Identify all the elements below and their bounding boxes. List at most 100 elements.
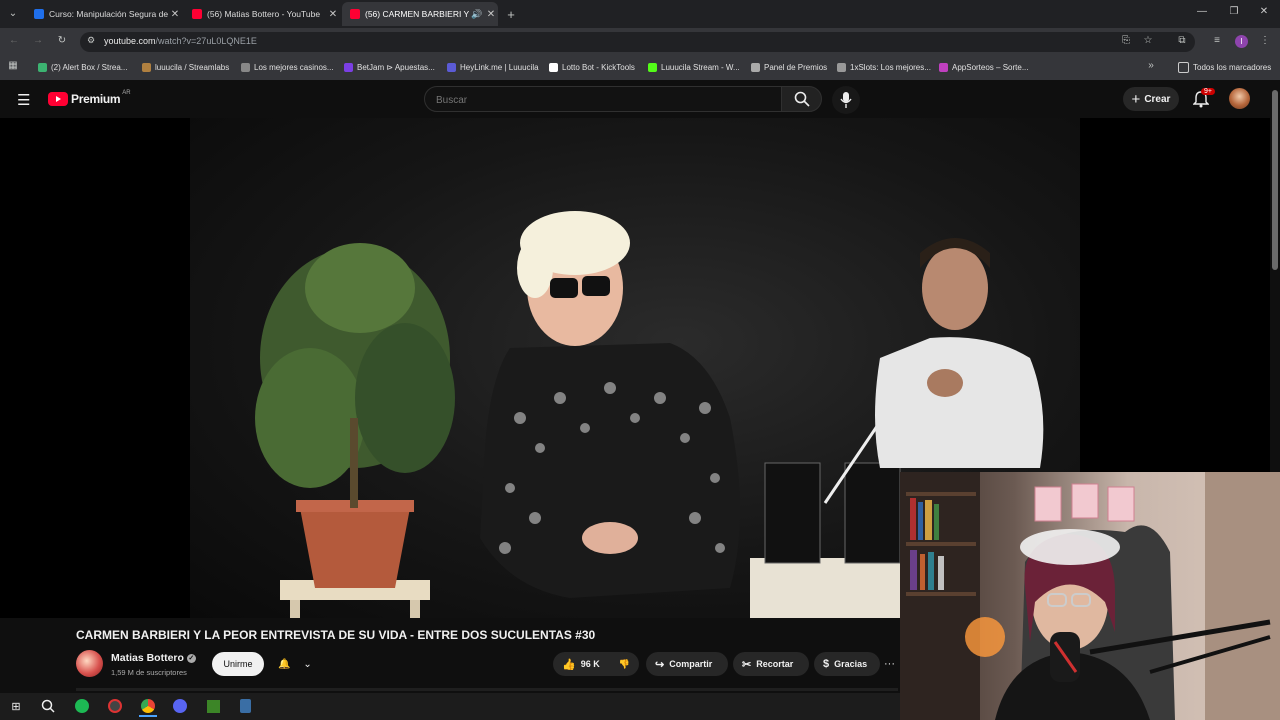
bookmark-item[interactable]: HeyLink.me | Luuucila [447, 61, 539, 73]
profile-avatar[interactable]: I [1235, 35, 1248, 48]
super-thanks-icon: $ [823, 658, 830, 670]
bookmark-favicon-icon [142, 62, 151, 72]
thumbs-down-icon[interactable]: 👎 [619, 659, 630, 670]
all-bookmarks[interactable]: Todos los marcadores [1178, 61, 1271, 73]
scrollbar-thumb[interactable] [1272, 90, 1278, 270]
scissors-icon: ✂ [742, 658, 752, 671]
minecraft-icon[interactable] [204, 697, 222, 715]
calculator-icon[interactable] [236, 697, 254, 715]
clip-button[interactable]: ✂ Recortar [733, 652, 809, 676]
bookmark-favicon-icon [549, 62, 558, 72]
webcam-overlay [900, 472, 1280, 720]
webcam-scene [900, 472, 1280, 720]
voice-search-button[interactable] [832, 86, 860, 114]
share-label: Compartir [669, 659, 713, 669]
close-window-icon[interactable]: ✕ [1256, 6, 1272, 17]
bookmark-star-icon[interactable]: ☆ [1141, 35, 1155, 46]
app-icon[interactable] [106, 697, 124, 715]
browser-tab-3[interactable]: (56) CARMEN BARBIERI Y L 🔊 ✕ [342, 2, 498, 26]
notification-badge: 9+ [1201, 88, 1215, 95]
youtube-favicon-icon [192, 9, 202, 19]
extensions-icon[interactable]: ⧉ [1175, 35, 1189, 46]
more-actions-button[interactable]: ··· [884, 658, 895, 670]
country-code: AR [122, 90, 131, 96]
search-button[interactable] [781, 86, 822, 112]
browser-tab-2[interactable]: (56) Matias Bottero - YouTube ✕ [184, 2, 340, 26]
tab-title: Curso: Manipulación Segura de [49, 9, 168, 19]
bookmark-favicon-icon [837, 62, 846, 72]
subscription-bell-button[interactable]: 🔔 ⌄ [272, 652, 318, 676]
taskbar [0, 693, 900, 720]
thanks-label: Gracias [834, 659, 868, 669]
bookmark-item[interactable]: Panel de Premios [751, 61, 827, 73]
install-app-icon[interactable]: ⎘ [1119, 35, 1133, 46]
reading-list-icon[interactable]: ≡ [1210, 35, 1224, 46]
bookmark-favicon-icon [939, 62, 948, 72]
minimize-icon[interactable]: — [1194, 6, 1210, 17]
url-text[interactable]: youtube.com/watch?v=27uL0LQNE1E [104, 36, 257, 46]
course-favicon-icon [34, 9, 44, 19]
share-icon: ↪ [655, 658, 665, 671]
browser-tab-1[interactable]: Curso: Manipulación Segura de ✕ [26, 2, 182, 26]
apps-grid-icon[interactable]: ▦ [6, 60, 20, 71]
speaker-icon[interactable]: 🔊 [470, 9, 484, 20]
menu-dots-icon[interactable]: ⋮ [1258, 35, 1272, 46]
taskbar-search-icon[interactable] [39, 697, 57, 715]
join-button[interactable]: Unirme [212, 652, 264, 676]
like-count: 96 K [580, 659, 600, 669]
tab-search-icon[interactable]: ⌄ [6, 8, 20, 19]
close-icon[interactable]: ✕ [326, 9, 340, 20]
clip-label: Recortar [756, 659, 794, 669]
search-input[interactable] [434, 91, 768, 109]
share-button[interactable]: ↪ Compartir [646, 652, 728, 676]
bookmark-item[interactable]: Lotto Bot - KickTools [549, 61, 635, 73]
forward-icon[interactable]: → [31, 35, 45, 46]
create-button[interactable]: + Crear [1123, 87, 1179, 111]
channel-avatar[interactable] [76, 650, 103, 677]
plus-icon: + [1131, 90, 1141, 108]
hamburger-menu-icon[interactable]: ☰ [17, 91, 30, 109]
bookmark-favicon-icon [38, 62, 47, 72]
spotify-icon[interactable] [73, 697, 91, 715]
bookmark-item[interactable]: (2) Alert Box / Strea... [38, 61, 127, 73]
back-icon[interactable]: ← [7, 35, 21, 46]
bookmark-favicon-icon [344, 62, 353, 72]
youtube-premium-logo[interactable]: Premium AR [48, 90, 131, 106]
bell-icon: 🔔 [278, 658, 291, 670]
chrome-icon[interactable] [139, 697, 157, 717]
bookmark-item[interactable]: Luuucila Stream - W... [648, 61, 740, 73]
create-label: Crear [1144, 93, 1171, 105]
bookmark-item[interactable]: luuucila / Streamlabs [142, 61, 229, 73]
notifications-button[interactable]: 9+ [1192, 88, 1215, 113]
microphone-icon [840, 92, 852, 108]
bookmark-favicon-icon [648, 62, 657, 72]
thumbs-up-icon: 👍 [562, 658, 576, 671]
site-info-icon[interactable]: ⚙ [84, 35, 98, 46]
bookmark-item[interactable]: Los mejores casinos... [241, 61, 334, 73]
reload-icon[interactable]: ↻ [55, 35, 69, 46]
video-title: CARMEN BARBIERI Y LA PEOR ENTREVISTA DE … [76, 628, 596, 642]
windows-start-icon[interactable]: ⊞ [7, 697, 25, 715]
bookmark-favicon-icon [241, 62, 250, 72]
like-button[interactable]: 👍 96 K 👎 [553, 652, 639, 676]
account-avatar[interactable] [1229, 88, 1250, 109]
restore-icon[interactable]: ❐ [1226, 6, 1242, 17]
folder-icon [1178, 61, 1189, 73]
bookmark-item[interactable]: AppSorteos – Sorte... [939, 61, 1029, 73]
tab-title: (56) CARMEN BARBIERI Y L [365, 9, 470, 19]
verified-check-icon: ✓ [186, 653, 196, 663]
chevron-down-icon: ⌄ [303, 658, 312, 670]
more-bookmarks-icon[interactable]: » [1144, 60, 1158, 71]
search-icon [794, 91, 810, 107]
discord-icon[interactable] [171, 697, 189, 715]
bookmark-item[interactable]: 1xSlots: Los mejores... [837, 61, 931, 73]
description-area [76, 688, 898, 691]
logo-text: Premium [71, 92, 121, 106]
channel-name[interactable]: Matias Bottero ✓ [111, 652, 196, 664]
plus-icon[interactable]: + [504, 7, 518, 22]
close-icon[interactable]: ✕ [168, 9, 182, 20]
thanks-button[interactable]: $ Gracias [814, 652, 880, 676]
bookmark-item[interactable]: BetJam ⊳ Apuestas... [344, 61, 435, 73]
subscriber-count: 1,59 M de suscriptores [111, 668, 187, 677]
close-icon[interactable]: ✕ [484, 9, 498, 20]
